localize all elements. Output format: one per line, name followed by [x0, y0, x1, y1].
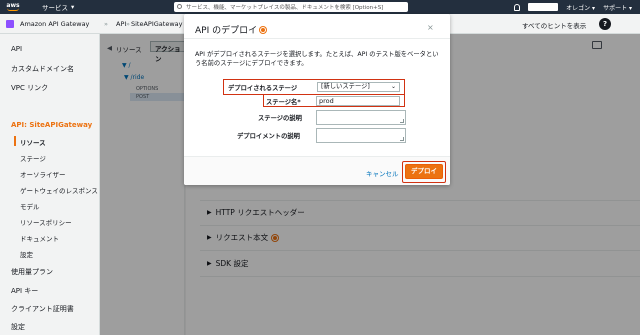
- region-label: オレゴン: [566, 4, 591, 12]
- sidebar-item-global-settings[interactable]: 設定: [11, 322, 25, 332]
- deployment-description-textarea[interactable]: [316, 128, 406, 143]
- dialog-title-text: API のデプロイ: [195, 26, 258, 36]
- sidebar-item-settings[interactable]: 設定: [20, 249, 33, 259]
- aws-smile-icon: [7, 8, 19, 11]
- breadcrumb-separator: »: [104, 20, 108, 28]
- sidebar-item-api-keys[interactable]: API キー: [11, 286, 38, 296]
- sidebar-active-indicator: [14, 136, 16, 146]
- support-label: サポート: [603, 4, 628, 12]
- breadcrumb-api-name[interactable]: SiteAPIGateway (e: [131, 20, 191, 28]
- stage-description-label: ステージの説明: [258, 115, 302, 122]
- stage-name-input[interactable]: prod: [316, 96, 400, 106]
- stage-name-value: prod: [319, 97, 334, 105]
- breadcrumb-service[interactable]: Amazon API Gateway: [20, 20, 89, 28]
- search-input[interactable]: サービス、機能、マーケットプレイスの製品、ドキュメントを検索 [Option+S…: [174, 2, 408, 12]
- sidebar-item-resources[interactable]: リソース: [20, 137, 46, 147]
- sidebar-item-api[interactable]: API: [11, 45, 22, 53]
- info-icon[interactable]: [260, 26, 267, 33]
- aws-logo[interactable]: aws: [0, 0, 26, 14]
- sidebar-item-custom-domain[interactable]: カスタムドメイン名: [11, 64, 74, 74]
- search-placeholder: サービス、機能、マーケットプレイスの製品、ドキュメントを検索 [Option+S…: [186, 5, 384, 11]
- breadcrumb-api[interactable]: API: [116, 20, 126, 28]
- top-navigation-bar: aws サービス ▾ サービス、機能、マーケットプレイスの製品、ドキュメントを検…: [0, 0, 640, 14]
- sidebar-item-models[interactable]: モデル: [20, 201, 40, 211]
- sidebar-item-resource-policy[interactable]: リソースポリシー: [20, 217, 72, 227]
- sidebar-item-usage-plans[interactable]: 使用量プラン: [11, 267, 53, 277]
- stage-name-label: ステージ名*: [266, 99, 301, 106]
- deploy-button[interactable]: デプロイ: [405, 164, 443, 179]
- services-menu[interactable]: サービス ▾: [42, 2, 74, 12]
- show-all-hints-link[interactable]: すべてのヒントを表示: [522, 20, 586, 30]
- region-menu[interactable]: オレゴン ▾: [566, 3, 595, 12]
- search-icon: [177, 4, 182, 9]
- sidebar: API カスタムドメイン名 VPC リンク API: SiteAPIGatewa…: [0, 34, 100, 335]
- resize-handle-icon[interactable]: [400, 119, 404, 123]
- support-menu[interactable]: サポート ▾: [603, 3, 632, 12]
- close-icon[interactable]: ×: [427, 23, 434, 32]
- sidebar-item-gateway-responses[interactable]: ゲートウェイのレスポンス: [20, 185, 98, 195]
- api-gateway-icon: [6, 20, 14, 28]
- account-menu[interactable]: [528, 3, 559, 11]
- stage-select[interactable]: [新しいステージ] ⌄: [317, 82, 400, 92]
- stage-description-textarea[interactable]: [316, 110, 406, 125]
- bell-icon[interactable]: [514, 3, 521, 11]
- chevron-down-icon: ⌄: [390, 83, 396, 90]
- sidebar-item-vpc-link[interactable]: VPC リンク: [11, 83, 48, 93]
- dialog-title: API のデプロイ: [195, 23, 267, 36]
- stage-label: デプロイされるステージ: [228, 85, 298, 92]
- sidebar-item-client-certificates[interactable]: クライアント証明書: [11, 304, 74, 314]
- sidebar-api-heading[interactable]: API: SiteAPIGateway: [11, 121, 92, 129]
- deployment-description-label: デプロイメントの説明: [237, 133, 300, 140]
- breadcrumb-separator: »: [126, 20, 130, 28]
- help-icon[interactable]: ?: [599, 18, 611, 30]
- services-label: サービス: [42, 4, 68, 12]
- divider: [184, 38, 450, 39]
- resize-handle-icon[interactable]: [400, 137, 404, 141]
- sidebar-item-documentation[interactable]: ドキュメント: [20, 233, 59, 243]
- caret-down-icon: ▾: [71, 3, 75, 11]
- dialog-description: API がデプロイされるステージを選択します。たとえば、API のテスト版をベー…: [195, 51, 439, 67]
- sidebar-item-authorizers[interactable]: オーソライザー: [20, 169, 66, 179]
- stage-select-value: [新しいステージ]: [321, 83, 370, 90]
- sidebar-item-stages[interactable]: ステージ: [20, 153, 46, 163]
- cancel-button[interactable]: キャンセル: [366, 168, 399, 178]
